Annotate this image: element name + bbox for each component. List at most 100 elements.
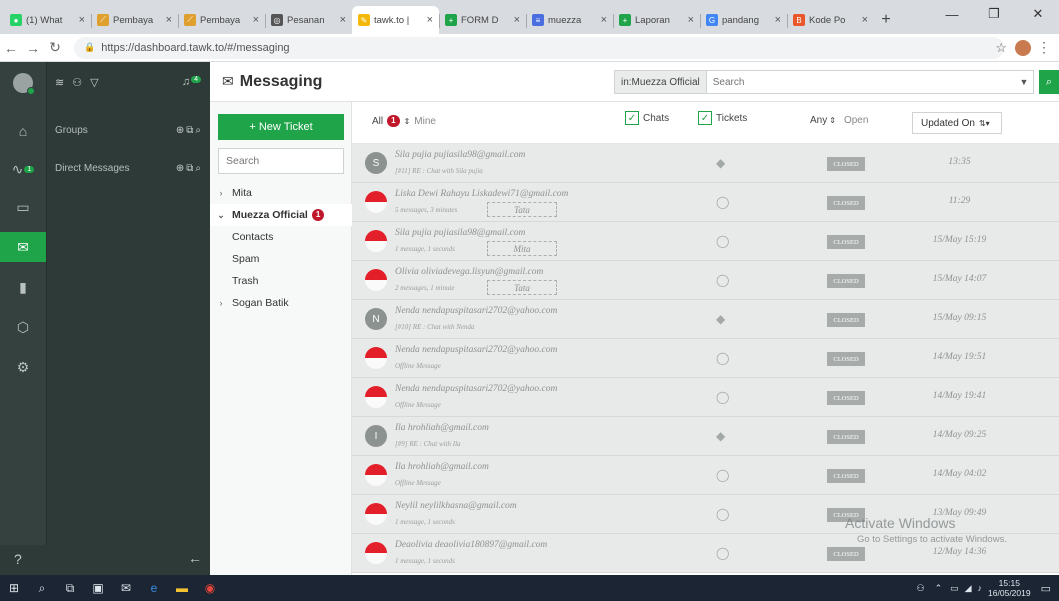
people-icon[interactable]: ⚇ (916, 583, 924, 594)
browser-tab[interactable]: + FORM D × (439, 6, 526, 34)
wifi-icon[interactable]: ◢ (965, 583, 972, 594)
edge-icon[interactable]: e (140, 575, 168, 601)
close-tab-icon[interactable]: × (79, 14, 85, 26)
restore-button[interactable]: ❐ (973, 0, 1015, 28)
conversation-row[interactable]: I Ila hrohliah@gmail.com [#9] RE : Chat wi… (352, 417, 1059, 456)
conversation-row[interactable]: N Nenda nendapuspitasari2702@yahoo.com [#1… (352, 300, 1059, 339)
url-field[interactable]: 🔒 https://dashboard.tawk.to/#/messaging (74, 36, 1004, 59)
folder-item[interactable]: Trash (210, 270, 352, 292)
settings-gear-icon[interactable]: ⚙ (0, 352, 46, 382)
conversation-row[interactable]: Sila pujia pujiasila98@gmail.com 1 messag… (352, 222, 1059, 261)
close-tab-icon[interactable]: × (601, 14, 607, 26)
close-tab-icon[interactable]: × (688, 14, 694, 26)
store-icon[interactable]: ▣ (84, 575, 112, 601)
users-icon[interactable]: ⚇ (72, 76, 82, 89)
search-input[interactable] (706, 72, 1015, 92)
conversation-row[interactable]: Nenda nendapuspitasari2702@yahoo.com Offl… (352, 378, 1059, 417)
browser-tab[interactable]: + Laporan × (613, 6, 700, 34)
start-icon[interactable]: ⊞ (0, 575, 28, 601)
notification-bell-icon[interactable]: ♫ 4 (182, 76, 201, 88)
visitor-name: Sila pujia pujiasila98@gmail.com (395, 228, 526, 238)
volume-icon[interactable]: ♪ (978, 583, 983, 593)
browser-tab[interactable]: ≡ muezza × (526, 6, 613, 34)
browser-tab[interactable]: ⟋ Pembaya × (178, 6, 265, 34)
folder-item[interactable]: Spam (210, 248, 352, 270)
tab-favicon-icon: G (706, 14, 718, 26)
browser-tab[interactable]: ◎ Pesanan × (265, 6, 352, 34)
new-tab-button[interactable]: + (874, 6, 898, 34)
new-ticket-button[interactable]: + New Ticket (218, 114, 344, 140)
browser-tab[interactable]: ⟋ Pembaya × (91, 6, 178, 34)
close-tab-icon[interactable]: × (514, 14, 520, 26)
conversation-row[interactable]: Ila hrohliah@gmail.com Offline Message ◯ CL… (352, 456, 1059, 495)
messaging-icon[interactable]: ✉ (0, 232, 46, 262)
bookmark-star-icon[interactable]: ☆ (995, 40, 1007, 56)
action-center-icon[interactable]: ▭ (1041, 582, 1051, 595)
admin-icon[interactable]: ⬡ (0, 312, 46, 342)
minimize-button[interactable]: — (931, 0, 973, 28)
close-tab-icon[interactable]: × (166, 14, 172, 26)
folder-item[interactable]: Contacts (210, 226, 352, 248)
browser-tab[interactable]: ✎ tawk.to | × (352, 6, 439, 34)
tab-title: (1) What (26, 14, 63, 26)
filter-icon[interactable]: ▽ (90, 76, 98, 89)
user-avatar-icon[interactable] (0, 66, 46, 100)
chevron-down-icon[interactable]: ▼ (1015, 77, 1033, 87)
close-tab-icon[interactable]: × (340, 14, 346, 26)
groups-row[interactable]: Groups ⊕⧉⌕ (47, 116, 211, 144)
folder-item[interactable]: ⌄ Muezza Official 1 (210, 204, 352, 226)
conversation-row[interactable]: Nenda nendapuspitasari2702@yahoo.com Offl… (352, 339, 1059, 378)
folder-search-input[interactable] (218, 148, 344, 174)
home-icon[interactable]: ⌂ (0, 116, 46, 146)
folder-item[interactable]: › Sogan Batik (210, 292, 352, 314)
groups-actions-icon[interactable]: ⊕⧉⌕ (176, 125, 203, 136)
clock[interactable]: 15:15 16/05/2019 (988, 578, 1031, 598)
close-tab-icon[interactable]: × (775, 14, 781, 26)
profile-avatar[interactable] (1015, 40, 1031, 56)
conversation-row[interactable]: Olivia oliviadevega.lisyun@gmail.com 2 me… (352, 261, 1059, 300)
direct-messages-row[interactable]: Direct Messages ⊕⧉⌕ (47, 154, 211, 182)
conversation-row[interactable]: S Sila pujia pujiasila98@gmail.com [#11] R… (352, 144, 1059, 183)
browser-menu-icon[interactable]: ⋮ (1037, 39, 1051, 56)
layers-icon[interactable]: ≋ (55, 76, 64, 89)
reload-icon[interactable]: ↻ (44, 39, 66, 56)
filter-all-tab[interactable]: All 1 ⇕ Mine (372, 115, 436, 127)
collapse-arrow-icon[interactable]: ← (188, 550, 202, 566)
help-icon[interactable]: ? (14, 551, 22, 567)
filter-mine-tab[interactable]: Mine (414, 116, 436, 127)
reports-icon[interactable]: ▮ (0, 272, 46, 302)
status-filter[interactable]: Any ⇕ Open (810, 115, 868, 126)
search-icon[interactable]: ⌕ (28, 575, 56, 601)
conversation-row[interactable]: Liska Dewi Rahayu Liskadewi71@gmail.com 5… (352, 183, 1059, 222)
tray-chevron-icon[interactable]: ⌃ (935, 583, 943, 594)
folder-item[interactable]: › Mita (210, 182, 352, 204)
tickets-checkbox[interactable]: ✓ (698, 111, 712, 125)
browser-tab[interactable]: ● (1) What × (4, 6, 91, 34)
close-tab-icon[interactable]: × (253, 14, 259, 26)
search-bar[interactable]: in:Muezza Official ▼ (614, 70, 1034, 94)
activity-icon[interactable]: ∿ 1 (0, 154, 46, 184)
search-button[interactable]: ⌕ (1039, 70, 1059, 94)
chrome-icon[interactable]: ◉ (196, 575, 224, 601)
chats-filter[interactable]: ✓ Chats (625, 111, 669, 125)
close-window-button[interactable]: ✕ (1017, 0, 1059, 28)
conversation-summary: 2 messages, 1 minute (395, 284, 455, 292)
forward-arrow-icon[interactable]: → (22, 40, 44, 56)
close-tab-icon[interactable]: × (862, 14, 868, 26)
battery-icon[interactable]: ▭ (950, 583, 959, 594)
close-tab-icon[interactable]: × (427, 14, 433, 26)
search-scope-chip[interactable]: in:Muezza Official (615, 71, 707, 93)
browser-tab[interactable]: B Kode Po × (787, 6, 874, 34)
direct-actions-icon[interactable]: ⊕⧉⌕ (176, 163, 203, 174)
sort-dropdown[interactable]: Updated On ⇅▾ (912, 112, 1002, 134)
system-tray: ⚇ ⌃ ▭ ◢ ♪ 15:15 16/05/2019 ▭ (916, 575, 1059, 601)
file-explorer-icon[interactable]: ▬ (168, 575, 196, 601)
chat-icon[interactable]: ▭ (0, 192, 46, 222)
tickets-filter[interactable]: ✓ Tickets (698, 111, 747, 125)
task-view-icon[interactable]: ⧉ (56, 575, 84, 601)
browser-tab[interactable]: Gpandang × (700, 6, 787, 34)
status-badge: CLOSED (827, 157, 865, 171)
mail-icon[interactable]: ✉ (112, 575, 140, 601)
back-arrow-icon[interactable]: ← (0, 40, 22, 56)
chats-checkbox[interactable]: ✓ (625, 111, 639, 125)
